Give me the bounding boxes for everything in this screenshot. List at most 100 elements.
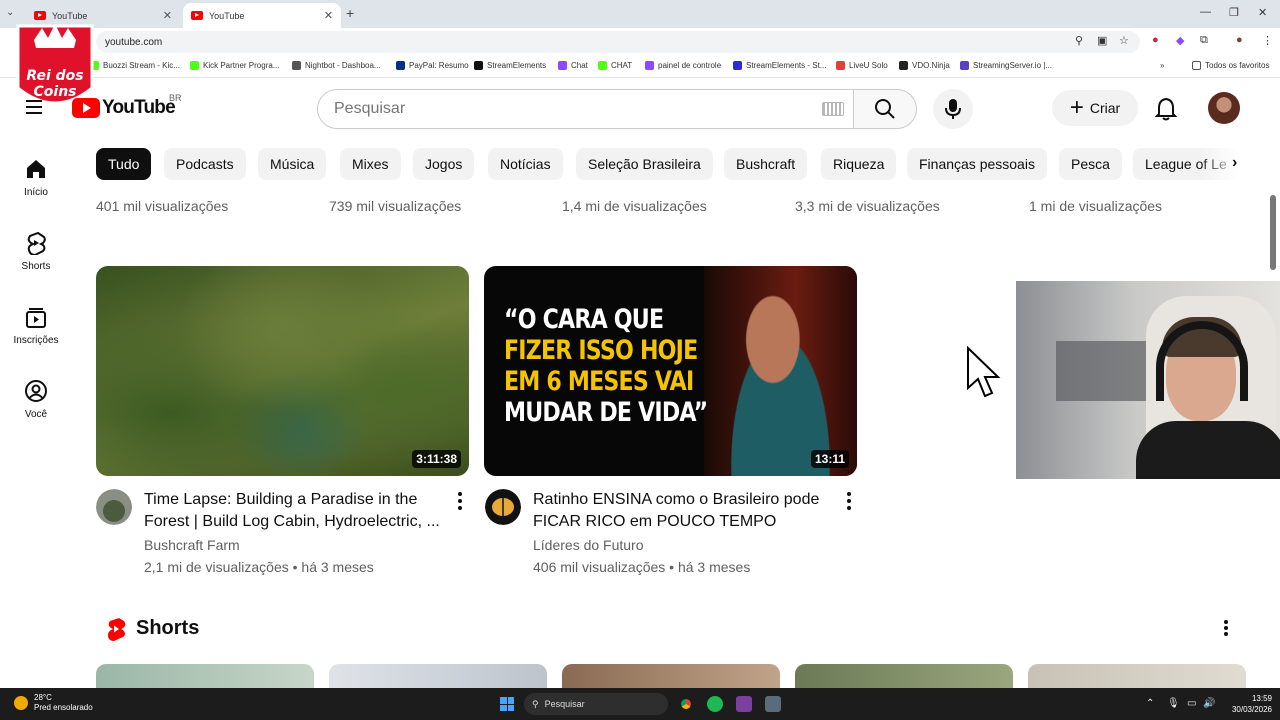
tray-mic-icon[interactable]: 🎙 (1167, 698, 1180, 709)
search-input[interactable]: Pesquisar (317, 89, 854, 129)
bookmark-star-icon[interactable]: ☆ (1119, 34, 1129, 47)
more-bookmarks-icon[interactable]: » (1160, 61, 1164, 70)
filter-chip[interactable]: Seleção Brasileira (576, 148, 713, 180)
chevron-right-icon[interactable]: › (1232, 154, 1237, 172)
weather-text: Pred ensolarado (34, 703, 93, 712)
install-app-icon[interactable]: ▣ (1097, 34, 1107, 47)
video-thumbnail[interactable]: 3:11:38 (96, 266, 469, 476)
sidebar-item-shorts[interactable]: Shorts (0, 231, 72, 272)
mouse-cursor-icon (967, 346, 1001, 398)
bookmark-item[interactable]: Nightbot - Dashboa... (292, 61, 381, 70)
taskbar-clock[interactable]: 13:59 30/03/2026 (1222, 693, 1272, 715)
keyboard-icon[interactable] (822, 102, 844, 116)
network-icon[interactable]: ▭ (1187, 698, 1196, 709)
bookmark-item[interactable]: VDO.Ninja (899, 61, 950, 70)
short-thumbnail[interactable] (795, 664, 1013, 688)
taskbar-search[interactable]: ⚲ Pesquisar (524, 693, 668, 715)
tab-close-icon[interactable]: ✕ (324, 9, 333, 22)
bookmark-item[interactable]: painel de controle (645, 61, 721, 70)
windows-taskbar: 28°C Pred ensolarado ⚲ Pesquisar ⌃ 🎙 ▭ 🔊 … (0, 688, 1280, 720)
short-thumbnail[interactable] (1028, 664, 1246, 688)
video-views: 1,4 mi de visualizações (562, 198, 707, 214)
channel-avatar[interactable] (485, 489, 521, 525)
bookmark-item[interactable]: PayPal: Resumo (396, 61, 469, 70)
extension-opera-icon[interactable]: ● (1152, 34, 1159, 46)
filter-chip[interactable]: Bushcraft (724, 148, 808, 180)
url-field[interactable]: youtube.com (96, 31, 1140, 53)
windows-start-icon[interactable] (500, 697, 514, 711)
shorts-menu-icon[interactable] (1224, 620, 1228, 638)
account-avatar[interactable] (1208, 92, 1240, 124)
bookmark-label: StreamElements - St... (746, 61, 827, 70)
extensions-puzzle-icon[interactable]: ⧉ (1200, 34, 1208, 47)
country-code: BR (169, 93, 182, 103)
short-thumbnail[interactable] (329, 664, 547, 688)
subscriptions-icon (26, 308, 46, 328)
spotify-icon[interactable] (707, 696, 723, 712)
bookmark-item[interactable]: StreamingServer.io |... (960, 61, 1052, 70)
filter-chip[interactable]: Notícias (488, 148, 563, 180)
bookmark-label: Buozzi Stream - Kic... (103, 61, 180, 70)
video-thumbnail[interactable]: “O CARA QUE FIZER ISSO HOJE EM 6 MESES V… (484, 266, 857, 476)
page-scrollbar[interactable] (1270, 195, 1276, 270)
browser-tab-2[interactable]: YouTube ✕ (183, 3, 341, 28)
video-views: 739 mil visualizações (329, 198, 462, 214)
app-icon[interactable] (736, 696, 752, 712)
filter-chip[interactable]: Tudo (96, 148, 152, 180)
video-menu-icon[interactable] (847, 492, 851, 513)
short-thumbnail[interactable] (562, 664, 780, 688)
filter-chip[interactable]: Riqueza (821, 148, 897, 180)
minimize-icon[interactable]: — (1200, 6, 1211, 18)
calculator-icon[interactable] (765, 696, 781, 712)
sidebar-label: Shorts (21, 261, 51, 272)
weather-widget[interactable]: 28°C Pred ensolarado (14, 693, 93, 713)
sidebar-item-home[interactable]: Início (0, 157, 72, 198)
voice-search-button[interactable] (933, 89, 973, 129)
all-bookmarks-folder[interactable]: Todos os favoritos (1192, 61, 1269, 70)
filter-chip[interactable]: Podcasts (164, 148, 246, 180)
channel-name[interactable]: Líderes do Futuro (533, 537, 644, 553)
extension-twitch-icon[interactable]: ◆ (1176, 34, 1184, 47)
bookmark-item[interactable]: Kick Partner Progra... (190, 61, 279, 70)
bookmark-item[interactable]: Chat (558, 61, 588, 70)
video-title[interactable]: Time Lapse: Building a Paradise in the F… (144, 489, 444, 533)
video-menu-icon[interactable] (458, 492, 462, 513)
restore-icon[interactable]: ❐ (1229, 6, 1239, 19)
tab-search-chevron-icon[interactable]: ⌄ (6, 7, 14, 18)
volume-icon[interactable]: 🔊 (1203, 698, 1215, 709)
short-thumbnail[interactable] (96, 664, 314, 688)
taskbar-search-label: Pesquisar (544, 699, 585, 709)
you-icon (25, 380, 47, 402)
search-icon (875, 99, 895, 119)
video-meta: 2,1 mi de visualizações • há 3 meses (144, 559, 374, 575)
youtube-logo[interactable]: YouTube (72, 97, 176, 119)
video-title[interactable]: Ratinho ENSINA como o Brasileiro pode FI… (533, 489, 833, 533)
channel-name[interactable]: Bushcraft Farm (144, 537, 240, 553)
search-button[interactable] (853, 89, 917, 129)
notifications-bell-icon[interactable] (1154, 96, 1178, 122)
sidebar-item-subscriptions[interactable]: Inscrições (0, 305, 72, 346)
close-window-icon[interactable]: ✕ (1258, 6, 1267, 19)
profile-icon[interactable]: ● (1236, 34, 1243, 46)
filter-chip[interactable]: Pesca (1059, 148, 1122, 180)
sidebar-item-you[interactable]: Você (0, 379, 72, 420)
bookmark-item[interactable]: StreamElements (474, 61, 546, 70)
zoom-icon[interactable]: ⚲ (1075, 34, 1083, 47)
bookmark-item[interactable]: Buozzi Stream - Kic... (90, 61, 180, 70)
new-tab-plus-icon[interactable]: + (346, 5, 354, 21)
sun-icon (14, 696, 28, 710)
bookmark-item[interactable]: LiveU Solo (836, 61, 888, 70)
filter-chip[interactable]: Música (258, 148, 327, 180)
browser-menu-icon[interactable]: ⋮ (1262, 34, 1273, 47)
filter-chip[interactable]: Finanças pessoais (907, 148, 1047, 180)
create-button[interactable]: + Criar (1052, 90, 1138, 126)
guide-menu-icon[interactable] (26, 100, 42, 118)
tray-chevron-icon[interactable]: ⌃ (1146, 698, 1154, 709)
channel-avatar[interactable] (96, 489, 132, 525)
tab-close-icon[interactable]: ✕ (163, 9, 172, 22)
filter-chip[interactable]: Mixes (340, 148, 401, 180)
bookmark-item[interactable]: CHAT (598, 61, 632, 70)
filter-chip[interactable]: Jogos (413, 148, 475, 180)
bookmark-item[interactable]: StreamElements - St... (733, 61, 826, 70)
chrome-icon[interactable] (678, 696, 694, 712)
